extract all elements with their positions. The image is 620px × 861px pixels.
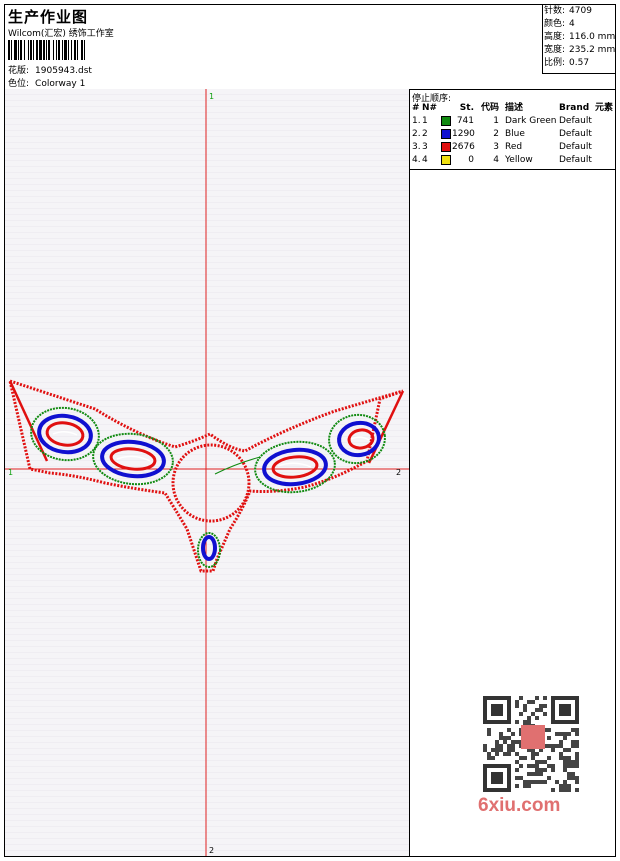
stat-width: 宽度: 235.2 mm bbox=[543, 44, 616, 57]
axis-label-right: 2 bbox=[396, 468, 401, 477]
stop-row: 1. 1 741 1 Dark Green Default bbox=[410, 115, 615, 127]
stat-width-value: 235.2 mm bbox=[569, 45, 616, 55]
stop-row: 3. 3 2676 3 Red Default bbox=[410, 141, 615, 153]
axis-label-top: 1 bbox=[209, 92, 214, 101]
row-idx: 2. bbox=[412, 129, 421, 139]
watermark-brand: 6xiu.com bbox=[478, 795, 561, 816]
row-desc: Dark Green bbox=[505, 116, 557, 126]
axis-label-bottom: 2 bbox=[209, 846, 214, 855]
color-swatch bbox=[441, 116, 451, 126]
color-swatch bbox=[441, 142, 451, 152]
production-sheet: 生产作业图 Wilcom(汇宏) 绣饰工作室 花版: 1905943.dst 色位… bbox=[4, 4, 616, 857]
row-code: 3 bbox=[493, 142, 499, 152]
row-brand: Default bbox=[559, 142, 592, 152]
row-code: 2 bbox=[493, 129, 499, 139]
col-idx: # bbox=[412, 103, 420, 113]
stat-stitches: 针数: 4709 bbox=[543, 5, 616, 18]
stop-row: 4. 4 0 4 Yellow Default bbox=[410, 154, 615, 166]
row-no: 2 bbox=[422, 129, 428, 139]
col-element: 元素 bbox=[595, 103, 614, 113]
design-file-label: 花版: bbox=[8, 66, 30, 76]
row-desc: Red bbox=[505, 142, 523, 152]
highlight-lines bbox=[52, 431, 370, 468]
row-idx: 3. bbox=[412, 142, 421, 152]
stop-sequence-panel: 停止顺序: # N# St. 代码 描述 Brand 元素 1. 1 741 1 Dar… bbox=[410, 89, 615, 170]
row-stitches: 1290 bbox=[452, 129, 475, 139]
col-no: N# bbox=[422, 103, 438, 113]
row-idx: 1. bbox=[412, 116, 421, 126]
green-connector bbox=[214, 456, 261, 475]
row-stitches: 741 bbox=[456, 116, 474, 126]
col-brand: Brand bbox=[559, 103, 590, 113]
design-file-line: 花版: 1905943.dst bbox=[8, 63, 92, 76]
colorway-label: 色位: bbox=[8, 79, 30, 89]
axis-label-left: 1 bbox=[8, 468, 13, 477]
row-stitches: 2676 bbox=[452, 142, 475, 152]
stat-colors-label: 颜色: bbox=[544, 19, 566, 29]
stat-scale: 比例: 0.57 bbox=[543, 57, 616, 70]
design-file-value: 1905943.dst bbox=[35, 66, 92, 76]
design-stats: 针数: 4709 颜色: 4 高度: 116.0 mm 宽度: 235.2 mm 比例:… bbox=[542, 5, 616, 74]
green-outline bbox=[30, 406, 386, 568]
stop-row: 2. 2 1290 2 Blue Default bbox=[410, 128, 615, 140]
row-no: 1 bbox=[422, 116, 428, 126]
colorway-value: Colorway 1 bbox=[35, 79, 86, 89]
row-desc: Blue bbox=[505, 129, 525, 139]
stat-stitches-label: 针数: bbox=[544, 6, 566, 16]
stat-width-label: 宽度: bbox=[544, 45, 566, 55]
stop-table-header: # N# St. 代码 描述 Brand 元素 bbox=[410, 102, 615, 114]
row-code: 1 bbox=[493, 116, 499, 126]
barcode bbox=[8, 40, 144, 60]
stat-height-value: 116.0 mm bbox=[569, 32, 616, 42]
row-brand: Default bbox=[559, 116, 592, 126]
row-brand: Default bbox=[559, 155, 592, 165]
col-stitches: St. bbox=[459, 103, 474, 113]
stat-height-label: 高度: bbox=[544, 32, 566, 42]
stat-height: 高度: 116.0 mm bbox=[543, 31, 616, 44]
row-stitches: 0 bbox=[468, 155, 474, 165]
stat-colors: 颜色: 4 bbox=[543, 18, 616, 31]
row-no: 3 bbox=[422, 142, 428, 152]
stat-colors-value: 4 bbox=[569, 19, 575, 29]
col-desc: 描述 bbox=[505, 103, 524, 113]
color-swatch bbox=[441, 129, 451, 139]
row-no: 4 bbox=[422, 155, 428, 165]
col-code: 代码 bbox=[480, 103, 499, 113]
stat-stitches-value: 4709 bbox=[569, 6, 592, 16]
stat-scale-label: 比例: bbox=[544, 58, 566, 68]
colorway-line: 色位: Colorway 1 bbox=[8, 76, 85, 89]
row-code: 4 bbox=[493, 155, 499, 165]
design-canvas[interactable]: 1 1 2 2 bbox=[5, 89, 410, 856]
studio-name: Wilcom(汇宏) 绣饰工作室 bbox=[8, 29, 114, 39]
sheet-title: 生产作业图 bbox=[8, 8, 89, 26]
row-brand: Default bbox=[559, 129, 592, 139]
qr-code bbox=[475, 688, 589, 801]
row-idx: 4. bbox=[412, 155, 421, 165]
color-swatch bbox=[441, 155, 451, 165]
embroidery-preview: 1 1 2 2 bbox=[5, 89, 409, 856]
stat-scale-value: 0.57 bbox=[569, 58, 590, 68]
row-desc: Yellow bbox=[505, 155, 533, 165]
sheet-header: 生产作业图 Wilcom(汇宏) 绣饰工作室 花版: 1905943.dst 色位… bbox=[5, 5, 616, 90]
